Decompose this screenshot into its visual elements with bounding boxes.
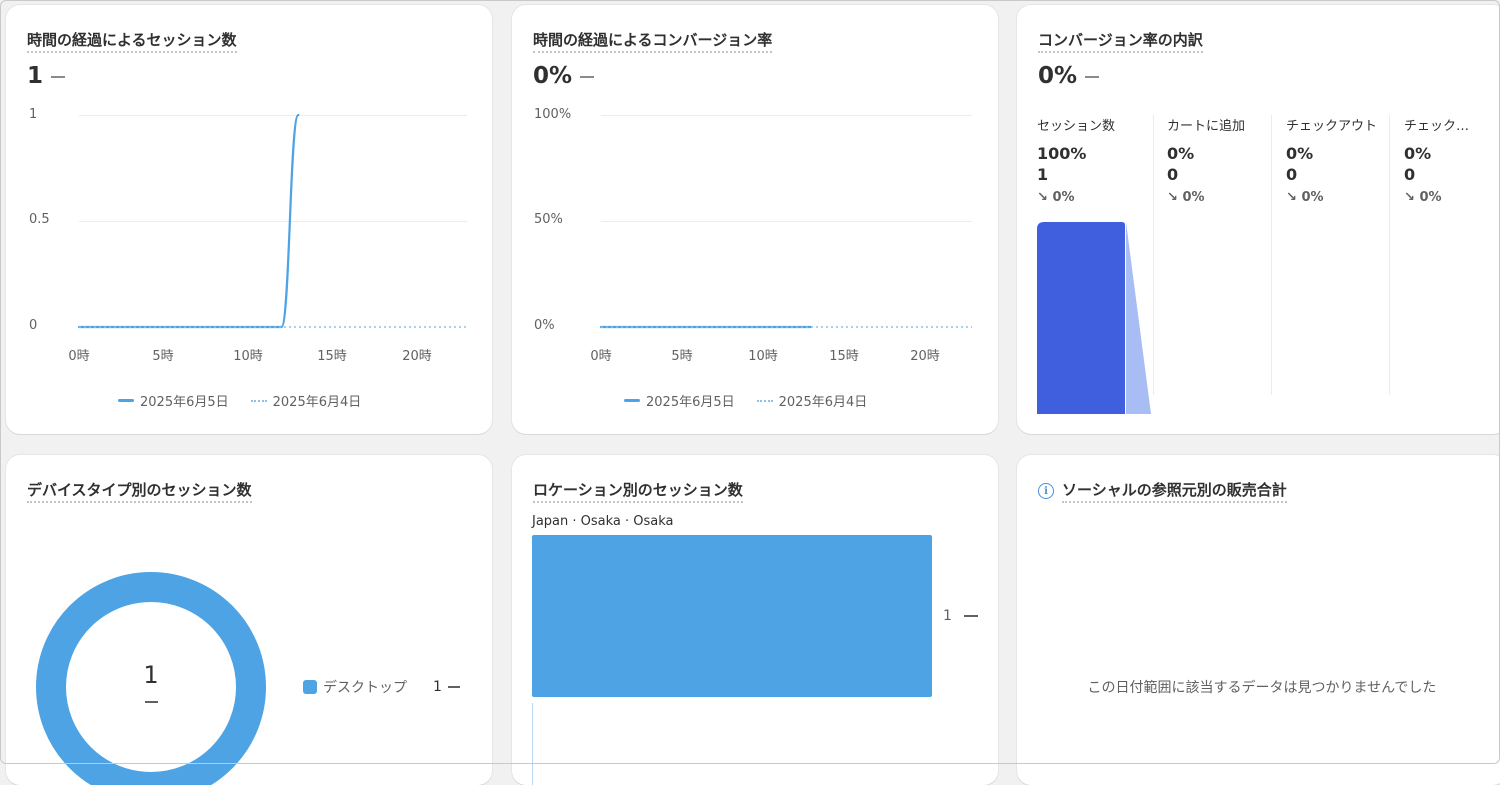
donut-center-value: 1 xyxy=(143,661,159,689)
x-tick-label: 0時 xyxy=(68,349,90,364)
legend-item-previous[interactable]: 2025年6月4日 xyxy=(250,391,362,410)
funnel-chart xyxy=(1037,222,1151,414)
x-tick-label: 0時 xyxy=(590,349,612,364)
series-line-current xyxy=(77,113,300,329)
donut-center-dash-icon xyxy=(145,701,158,703)
bar-value-label: 1 xyxy=(943,608,978,624)
x-tick-label: 5時 xyxy=(671,349,693,364)
legend-swatch-icon xyxy=(303,680,317,694)
solid-line-swatch-icon xyxy=(118,399,134,402)
solid-line-swatch-icon xyxy=(624,399,640,402)
legend-label: 2025年6月5日 xyxy=(140,395,229,410)
legend-label: 2025年6月5日 xyxy=(646,395,735,410)
legend-value: 1 xyxy=(433,679,460,695)
conversion-breakdown-card: コンバージョン率の内訳 0% セッション数 100% 1 ↘ 0% カートに追加… xyxy=(1017,5,1500,434)
legend-item-previous[interactable]: 2025年6月4日 xyxy=(756,391,868,410)
sessions-over-time-card: 時間の経過によるセッション数 1 1 0.5 0 0時 5時 10時 15時 2… xyxy=(6,5,492,434)
conversion-line-chart xyxy=(599,325,972,329)
location-bar-chart xyxy=(532,535,932,785)
x-tick-label: 15時 xyxy=(829,349,859,364)
legend-label: デスクトップ xyxy=(323,680,407,696)
x-tick-label: 15時 xyxy=(317,349,347,364)
trend-dash-icon xyxy=(963,615,978,617)
trend-dash-icon xyxy=(447,686,460,688)
empty-state-message: この日付範囲に該当するデータは見つかりませんでした xyxy=(1087,680,1437,696)
x-tick-label: 20時 xyxy=(910,349,940,364)
location-sessions-card: ロケーション別のセッション数 Japan · Osaka · Osaka 1 xyxy=(512,455,998,785)
card-title-text: ソーシャルの参照元別の販売合計 xyxy=(1062,479,1287,503)
info-icon[interactable]: i xyxy=(1038,483,1054,499)
legend-item-desktop[interactable]: デスクトップ 1 xyxy=(303,677,460,697)
x-tick-label: 5時 xyxy=(152,349,174,364)
location-bar xyxy=(532,535,932,697)
bar-value-number: 1 xyxy=(943,608,952,624)
device-sessions-card: デバイスタイプ別のセッション数 1 デスクトップ 1 xyxy=(6,455,492,785)
sessions-line-chart xyxy=(77,113,467,329)
legend-value-number: 1 xyxy=(433,679,442,695)
legend-label: 2025年6月4日 xyxy=(778,395,868,410)
funnel-dropoff xyxy=(1126,222,1151,414)
legend-label: 2025年6月4日 xyxy=(272,395,362,410)
device-donut-chart xyxy=(36,572,266,785)
x-tick-label: 20時 xyxy=(402,349,432,364)
conversion-over-time-card: 時間の経過によるコンバージョン率 0% 100% 50% 0% 0時 5時 10… xyxy=(512,5,998,434)
dotted-line-swatch-icon xyxy=(250,399,267,402)
chart-legend: 2025年6月5日 2025年6月4日 xyxy=(118,391,383,410)
card-title[interactable]: i ソーシャルの参照元別の販売合計 xyxy=(1038,479,1287,504)
chart-legend: 2025年6月5日 2025年6月4日 xyxy=(624,391,889,410)
x-tick-label: 10時 xyxy=(748,349,778,364)
social-referrer-card: i ソーシャルの参照元別の販売合計 この日付範囲に該当するデータは見つかりません… xyxy=(1017,455,1500,785)
dotted-line-swatch-icon xyxy=(756,399,773,402)
legend-item-current[interactable]: 2025年6月5日 xyxy=(118,391,229,410)
x-tick-label: 10時 xyxy=(233,349,263,364)
legend-item-current[interactable]: 2025年6月5日 xyxy=(624,391,735,410)
funnel-bar xyxy=(1037,222,1125,414)
